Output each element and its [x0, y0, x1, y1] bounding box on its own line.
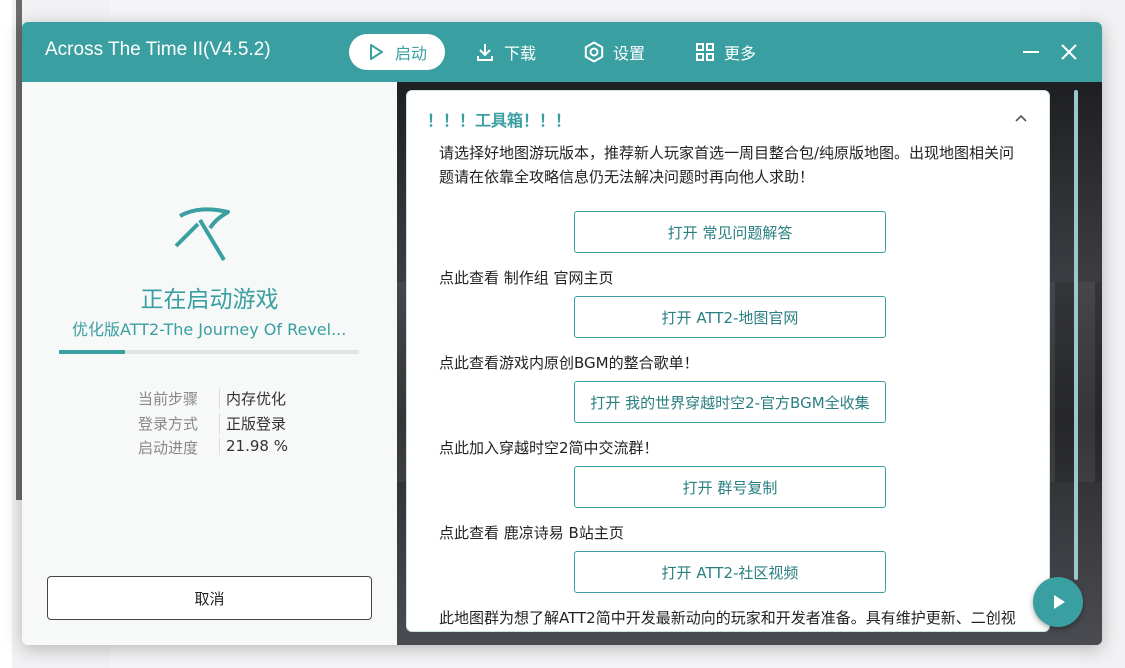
launch-play-button[interactable] [1033, 577, 1083, 627]
chevron-up-icon[interactable] [1013, 110, 1029, 126]
minimize-icon [1023, 51, 1039, 53]
toolbox-outro: 此地图群为想了解ATT2简中开发最新动向的玩家和开发者准备。具有维护更新、二创视… [439, 609, 1016, 627]
info-label: 登录方式 [138, 415, 199, 433]
toolbox-title: ！！！工具箱！！！ [427, 111, 572, 130]
nav-download-label: 下载 [504, 44, 537, 63]
toolbox-intro: 请选择好地图游玩版本，推荐新人玩家首选一周目整合包/纯原版地图。出现地图相关问题… [439, 144, 1015, 186]
nav-more-label: 更多 [724, 44, 757, 63]
toolbox-text: 点此查看 制作组 官网主页 [439, 269, 614, 287]
copy-group-button[interactable]: 打开 群号复制 [574, 466, 886, 508]
launch-version-name: 优化版ATT2-The Journey Of Revel... [72, 320, 347, 339]
info-value: 正版登录 [219, 413, 366, 434]
launch-status-title: 正在启动游戏 [140, 287, 279, 313]
cancel-button[interactable]: 取消 [47, 576, 372, 620]
info-label: 当前步骤 [138, 390, 199, 408]
launch-progress-bar [59, 350, 359, 354]
close-button[interactable] [1057, 40, 1081, 64]
bgm-collection-button[interactable]: 打开 我的世界穿越时空2-官方BGM全收集 [574, 381, 886, 423]
nav-settings[interactable]: 设置 [583, 34, 645, 70]
nav-more[interactable]: 更多 [694, 34, 756, 70]
nav-settings-label: 设置 [613, 44, 646, 63]
pickaxe-icon [174, 207, 230, 262]
play-icon [365, 41, 387, 63]
launch-panel: 正在启动游戏 优化版ATT2-The Journey Of Revel... 当… [22, 82, 397, 645]
info-value: 21.98 % [219, 437, 366, 455]
nav-launch-label: 启动 [395, 44, 428, 63]
close-icon [1061, 44, 1077, 60]
info-value: 内存优化 [219, 388, 366, 409]
play-icon [1054, 595, 1065, 609]
info-label: 启动进度 [138, 439, 199, 457]
toolbox-text: 点此查看 鹿凉诗易 B站主页 [439, 524, 624, 542]
content-scrollbar[interactable] [1074, 90, 1078, 580]
faq-button[interactable]: 打开 常见问题解答 [574, 211, 886, 253]
nav-launch[interactable]: 启动 [349, 34, 446, 70]
toolbox-card: ！！！工具箱！！！ 请选择好地图游玩版本，推荐新人玩家首选一周目整合包/纯原版地… [406, 90, 1050, 632]
title-bar: Across The Time II(V4.5.2) 启动 下载 设置 更多 [22, 22, 1102, 82]
community-video-button[interactable]: 打开 ATT2-社区视频 [574, 551, 886, 593]
launch-progress-fill [59, 350, 125, 354]
download-icon [474, 41, 496, 63]
background-edge [0, 0, 12, 668]
gear-icon [583, 41, 605, 63]
toolbox-text: 点此加入穿越时空2简中交流群！ [439, 439, 659, 457]
toolbox-text: 点此查看游戏内原创BGM的整合歌单！ [439, 354, 699, 372]
grid-icon [694, 41, 716, 63]
minimize-button[interactable] [1019, 40, 1043, 64]
nav-download[interactable]: 下载 [474, 34, 536, 70]
map-website-button[interactable]: 打开 ATT2-地图官网 [574, 296, 886, 338]
app-title: Across The Time II(V4.5.2) [45, 39, 271, 60]
